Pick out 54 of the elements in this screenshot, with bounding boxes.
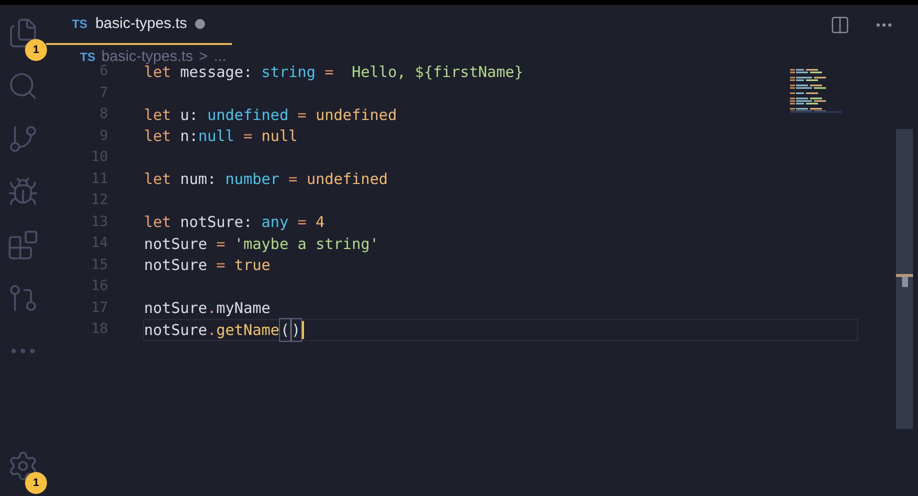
code-token: any	[261, 212, 288, 233]
typescript-label: TS	[80, 49, 96, 66]
code-token: null	[261, 126, 298, 147]
code-token: getName	[216, 320, 280, 340]
code-token: let	[144, 212, 172, 233]
code-token: Hello, ${firstName}	[350, 62, 524, 82]
code-token: u:	[179, 104, 200, 126]
code-token: undefined	[207, 104, 288, 126]
overview-marker	[896, 274, 913, 277]
git-circle-icon[interactable]	[7, 282, 39, 314]
code-token: let	[144, 104, 172, 126]
code-token: =	[287, 169, 299, 190]
code-token: notSure	[144, 234, 208, 254]
code-token: notSure	[144, 320, 208, 340]
editor-tab[interactable]: TS basic-types.ts	[46, 5, 232, 45]
code-token: =	[215, 234, 226, 254]
code-token: null	[198, 126, 234, 147]
scroll-thumb[interactable]	[902, 277, 908, 287]
code-token: =	[242, 126, 254, 147]
code-token: undefined	[316, 104, 397, 126]
code-token: =	[324, 62, 335, 82]
code-token: n:	[179, 126, 198, 147]
code-token: string	[261, 62, 316, 82]
code-token: =	[296, 104, 308, 126]
split-editor-icon[interactable]	[830, 15, 850, 35]
blocks-icon[interactable]	[7, 229, 39, 261]
code-token: .	[207, 320, 216, 340]
minimap-drawing	[790, 69, 842, 113]
code-token: myName	[216, 298, 270, 319]
code-token: 'maybe a string'	[234, 234, 379, 254]
code-token: num:	[179, 169, 218, 190]
notification-badge: 1	[25, 472, 47, 494]
code-token: .	[207, 298, 216, 319]
code-token: undefined	[306, 169, 388, 190]
code-token: number	[225, 169, 280, 190]
branch-icon[interactable]	[7, 123, 39, 155]
notification-badge: 1	[25, 39, 47, 61]
code-token: =	[296, 212, 308, 233]
code-token: notSure:	[179, 212, 254, 233]
code-token: let	[144, 62, 172, 82]
code-token: =	[215, 255, 226, 276]
code-token: notSure	[144, 255, 208, 276]
bug-icon[interactable]	[7, 176, 39, 208]
code-token: )	[290, 318, 302, 342]
search-icon[interactable]	[7, 70, 39, 102]
code-token: let	[144, 169, 172, 190]
code-token: (	[279, 318, 290, 342]
tab-label: basic-types.ts	[95, 14, 188, 34]
code-token: notSure	[144, 298, 208, 319]
code-token: let	[144, 126, 172, 147]
text-cursor	[302, 320, 304, 339]
code-token: true	[234, 255, 270, 276]
code-token: 4	[316, 212, 325, 233]
typescript-label: TS	[72, 16, 88, 33]
